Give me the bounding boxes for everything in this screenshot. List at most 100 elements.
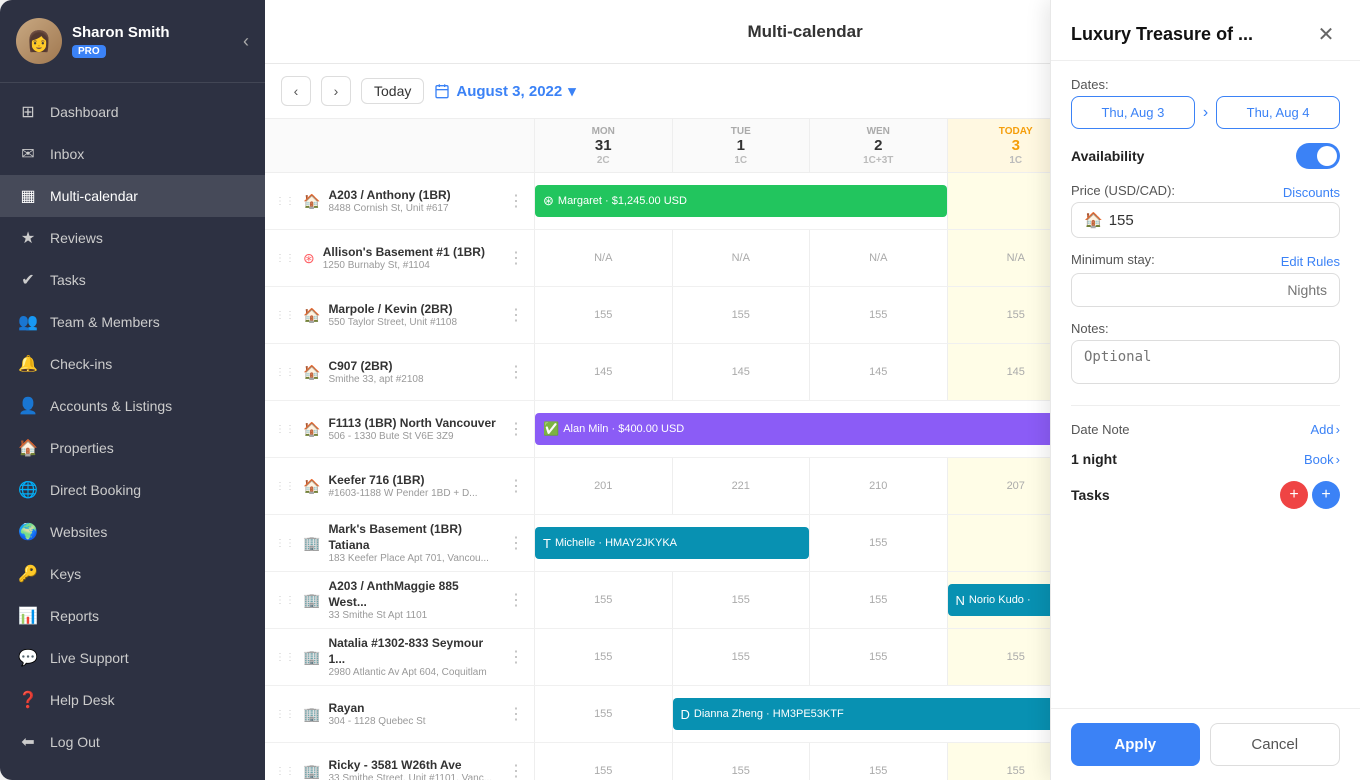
row-options-6[interactable]: ⋮ xyxy=(508,533,524,553)
day-cell-0-0[interactable]: ⊛Margaret · $1,245.00 USD xyxy=(535,173,948,229)
add-link[interactable]: Add › xyxy=(1311,422,1340,437)
day-cell-10-2[interactable]: 155 xyxy=(810,743,948,780)
sidebar-item-multi-calendar[interactable]: ▦Multi-calendar xyxy=(0,175,265,217)
prop-name-9: Rayan xyxy=(328,701,425,717)
day-cell-10-0[interactable]: 155 xyxy=(535,743,673,780)
sidebar-item-team[interactable]: 👥Team & Members xyxy=(0,301,265,343)
sidebar-item-direct-booking[interactable]: 🌐Direct Booking xyxy=(0,469,265,511)
sidebar-item-reports[interactable]: 📊Reports xyxy=(0,595,265,637)
drag-handle[interactable]: ⋮⋮ xyxy=(275,652,295,663)
row-options-2[interactable]: ⋮ xyxy=(508,305,524,325)
day-cell-7-0[interactable]: 155 xyxy=(535,572,673,628)
booking-bar-0[interactable]: ⊛Margaret · $1,245.00 USD xyxy=(535,185,947,217)
drag-handle[interactable]: ⋮⋮ xyxy=(275,595,295,606)
today-button[interactable]: Today xyxy=(361,78,424,104)
day-cell-3-2[interactable]: 145 xyxy=(810,344,948,400)
day-cell-1-1[interactable]: N/A xyxy=(673,230,811,286)
sidebar-item-inbox[interactable]: ✉Inbox xyxy=(0,133,265,175)
price-label-1-3: N/A xyxy=(1007,252,1025,264)
sidebar-item-properties[interactable]: 🏠Properties xyxy=(0,427,265,469)
close-button[interactable]: ✕ xyxy=(1312,20,1340,48)
day-cell-6-0[interactable]: TMichelle · HMAY2JKYKA xyxy=(535,515,810,571)
row-options-8[interactable]: ⋮ xyxy=(508,647,524,667)
row-options-7[interactable]: ⋮ xyxy=(508,590,524,610)
nights-input[interactable] xyxy=(1071,273,1340,307)
date-to[interactable]: Thu, Aug 4 xyxy=(1216,96,1340,129)
date-selector[interactable]: August 3, 2022 ▾ xyxy=(434,82,575,100)
day-cell-10-1[interactable]: 155 xyxy=(673,743,811,780)
cancel-button[interactable]: Cancel xyxy=(1210,723,1341,766)
price-input[interactable]: 🏠 155 xyxy=(1071,202,1340,238)
discounts-label: Discounts xyxy=(1283,185,1340,200)
drag-handle[interactable]: ⋮⋮ xyxy=(275,253,295,264)
drag-handle[interactable]: ⋮⋮ xyxy=(275,481,295,492)
date-from[interactable]: Thu, Aug 3 xyxy=(1071,96,1195,129)
day-cell-7-1[interactable]: 155 xyxy=(673,572,811,628)
day-cell-2-0[interactable]: 155 xyxy=(535,287,673,343)
sidebar-item-accounts[interactable]: 👤Accounts & Listings xyxy=(0,385,265,427)
notes-label: Notes: xyxy=(1071,321,1340,336)
row-options-10[interactable]: ⋮ xyxy=(508,761,524,780)
day-cell-3-1[interactable]: 145 xyxy=(673,344,811,400)
drag-handle[interactable]: ⋮⋮ xyxy=(275,310,295,321)
drag-handle[interactable]: ⋮⋮ xyxy=(275,196,295,207)
day-cell-8-1[interactable]: 155 xyxy=(673,629,811,685)
sidebar-item-live-support[interactable]: 💬Live Support xyxy=(0,637,265,679)
book-link[interactable]: Book › xyxy=(1304,452,1340,467)
drag-handle[interactable]: ⋮⋮ xyxy=(275,538,295,549)
day-cell-5-0[interactable]: 201 xyxy=(535,458,673,514)
day-cell-1-0[interactable]: N/A xyxy=(535,230,673,286)
day-cell-3-0[interactable]: 145 xyxy=(535,344,673,400)
nav-label-tasks: Tasks xyxy=(50,272,86,288)
row-options-4[interactable]: ⋮ xyxy=(508,419,524,439)
booking-bar-6[interactable]: TMichelle · HMAY2JKYKA xyxy=(535,527,809,559)
airbnb-icon: ⊛ xyxy=(303,250,315,267)
sidebar-item-keys[interactable]: 🔑Keys xyxy=(0,553,265,595)
day-cell-2-1[interactable]: 155 xyxy=(673,287,811,343)
day-cell-8-0[interactable]: 155 xyxy=(535,629,673,685)
apply-button[interactable]: Apply xyxy=(1071,723,1200,766)
day-cell-9-1[interactable]: DDianna Zheng · HM3PE53KTF xyxy=(673,686,1086,742)
sidebar-item-logout[interactable]: ⬅Log Out xyxy=(0,721,265,763)
sidebar-item-helpdesk[interactable]: ❓Help Desk xyxy=(0,679,265,721)
booking-bar-9[interactable]: DDianna Zheng · HM3PE53KTF xyxy=(673,698,1085,730)
sidebar-item-checkins[interactable]: 🔔Check-ins xyxy=(0,343,265,385)
collapse-icon[interactable]: ‹ xyxy=(243,31,249,52)
day-cell-2-2[interactable]: 155 xyxy=(810,287,948,343)
add-task-button-2[interactable]: + xyxy=(1312,481,1340,509)
edit-rules-link[interactable]: Edit Rules xyxy=(1281,254,1340,269)
row-options-1[interactable]: ⋮ xyxy=(508,248,524,268)
drag-handle[interactable]: ⋮⋮ xyxy=(275,709,295,720)
day-cell-4-0[interactable]: ✅Alan Miln · $400.00 USD xyxy=(535,401,1085,457)
prev-button[interactable]: ‹ xyxy=(281,76,311,106)
sidebar-item-dashboard[interactable]: ⊞Dashboard xyxy=(0,91,265,133)
tasks-row: Tasks + + xyxy=(1071,481,1340,509)
drag-handle[interactable]: ⋮⋮ xyxy=(275,367,295,378)
sidebar-item-tasks[interactable]: ✔Tasks xyxy=(0,259,265,301)
day-cell-1-2[interactable]: N/A xyxy=(810,230,948,286)
nav-icon-inbox: ✉ xyxy=(18,144,38,164)
day-cell-7-2[interactable]: 155 xyxy=(810,572,948,628)
drag-handle[interactable]: ⋮⋮ xyxy=(275,424,295,435)
day-cell-8-2[interactable]: 155 xyxy=(810,629,948,685)
drag-handle[interactable]: ⋮⋮ xyxy=(275,766,295,777)
sidebar-item-reviews[interactable]: ★Reviews xyxy=(0,217,265,259)
building-icon: 🏢 xyxy=(303,649,320,666)
add-task-button-1[interactable]: + xyxy=(1280,481,1308,509)
notes-input[interactable] xyxy=(1071,340,1340,384)
day-cell-9-0[interactable]: 155 xyxy=(535,686,673,742)
nav-icon-direct-booking: 🌐 xyxy=(18,480,38,500)
sidebar-item-websites[interactable]: 🌍Websites xyxy=(0,511,265,553)
day-cell-5-2[interactable]: 210 xyxy=(810,458,948,514)
day-cell-6-2[interactable]: 155 xyxy=(810,515,948,571)
price-value: 155 xyxy=(1109,212,1134,229)
booking-bar-4[interactable]: ✅Alan Miln · $400.00 USD xyxy=(535,413,1084,445)
day-cell-5-1[interactable]: 221 xyxy=(673,458,811,514)
availability-toggle[interactable] xyxy=(1296,143,1340,169)
row-options-3[interactable]: ⋮ xyxy=(508,362,524,382)
row-options-5[interactable]: ⋮ xyxy=(508,476,524,496)
row-options-9[interactable]: ⋮ xyxy=(508,704,524,724)
row-options-0[interactable]: ⋮ xyxy=(508,191,524,211)
discounts-link[interactable]: Discounts xyxy=(1283,185,1340,200)
next-button[interactable]: › xyxy=(321,76,351,106)
